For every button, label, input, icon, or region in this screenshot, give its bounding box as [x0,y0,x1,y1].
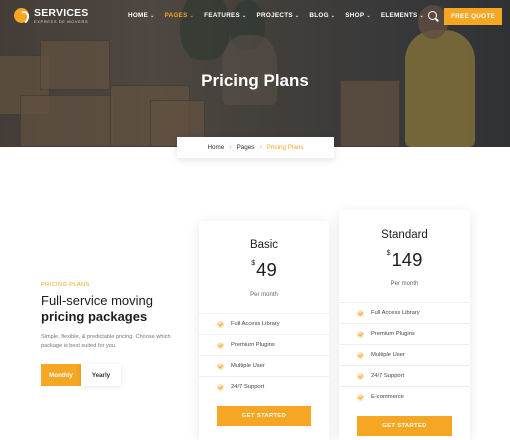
nav-item-blog[interactable]: BLOG ⌄ [309,12,335,19]
plan-period: Per month [250,292,278,298]
breadcrumb: Home › Pages › Pricing Plans [177,137,334,158]
price-amount: 149 [391,249,423,270]
page-title: Pricing Plans [201,71,309,90]
list-item: Premium Plugins [199,334,329,355]
plan-price: $149 [339,249,470,271]
free-quote-button[interactable]: FREE QUOTE [444,8,502,25]
nav-item-elements[interactable]: ELEMENTS ⌄ [381,12,424,19]
feature-label: Full Access Library [371,310,420,316]
feature-label: Full Access Library [231,321,280,327]
list-item: E-commerce [339,386,470,407]
list-item: Premium Plugins [339,323,470,344]
section-description: Simple, flexible, & predictable pricing.… [41,334,171,349]
nav-item-label: SHOP [345,12,365,19]
nav-item-projects[interactable]: PROJECTS ⌄ [257,12,300,19]
chevron-down-icon: ⌄ [150,12,155,19]
section-eyebrow: PRICING PLANS [41,282,90,288]
chevron-down-icon: ⌄ [294,12,300,19]
feature-label: 24/7 Support [371,373,405,379]
section-heading: Full-service moving pricing packages [41,293,153,325]
list-item: Full Access Library [339,302,470,323]
price-amount: 49 [256,259,277,280]
chevron-right-icon: › [259,144,262,151]
feature-label: Multiple User [231,363,265,369]
chevron-down-icon: ⌄ [366,12,371,19]
plan-name: Standard [381,229,428,241]
check-icon [357,393,364,401]
nav-item-features[interactable]: FEATURES ⌄ [204,12,246,19]
heading-line-1: Full-service moving [41,293,153,308]
nav-item-label: ELEMENTS [380,12,418,19]
check-icon [217,320,224,328]
plan-period: Per month [390,281,419,287]
toggle-yearly[interactable]: Yearly [81,364,121,386]
breadcrumb-current: Pricing Plans [266,144,304,151]
nav-item-label: FEATURES [204,12,241,19]
logo[interactable]: SERVICES EXPRESS DE MOVERS [14,8,89,24]
nav-item-home[interactable]: HOME ⌄ [128,12,155,19]
list-item: 24/7 Support [199,376,329,397]
currency-symbol: $ [251,260,256,267]
toggle-monthly[interactable]: Monthly [41,364,81,386]
heading-line-2: pricing packages [41,309,148,324]
check-icon [217,383,224,391]
check-icon [357,351,364,359]
breadcrumb-home[interactable]: Home [207,144,224,151]
list-item: Full Access Library [199,313,329,334]
feature-label: Multiple User [371,352,405,358]
plan-name: Basic [249,239,279,251]
nav-item-label: PAGES [164,12,188,19]
check-icon [217,341,224,349]
logo-subtitle: EXPRESS DE MOVERS [34,18,89,24]
chevron-down-icon: ⌄ [330,12,336,19]
currency-symbol: $ [386,250,391,257]
check-icon [357,309,364,317]
breadcrumb-pages[interactable]: Pages [237,144,255,151]
nav-item-label: HOME [128,12,149,19]
chevron-down-icon: ⌄ [419,12,425,19]
pricing-card-standard: Standard $149 Per month Full Access Libr… [339,210,470,440]
logo-title: SERVICES [34,7,89,19]
nav-item-label: BLOG [309,12,329,19]
get-started-button[interactable]: GET STARTED [217,406,311,426]
pricing-card-basic: Basic $49 Per month Full Access Library … [199,221,329,440]
nav-item-label: PROJECTS [256,12,293,19]
check-icon [357,372,364,380]
logo-icon [14,8,29,24]
nav-item-shop[interactable]: SHOP ⌄ [345,12,371,19]
chevron-down-icon: ⌄ [242,12,247,19]
check-icon [217,362,224,370]
feature-label: E-commerce [371,394,404,400]
list-item: Multiple User [339,344,470,365]
main-nav: HOME ⌄ PAGES ⌄ FEATURES ⌄ PROJECTS ⌄ BLOG ⌄ S… [128,12,434,19]
chevron-right-icon: › [229,144,232,151]
feature-label: Premium Plugins [231,342,275,348]
get-started-button[interactable]: GET STARTED [357,416,452,436]
list-item: Multiple User [199,355,329,376]
list-item: 24/7 Support [339,365,470,386]
feature-label: Premium Plugins [371,331,415,337]
chevron-down-icon: ⌄ [189,12,195,19]
plan-price: $49 [199,259,329,281]
billing-toggle: Monthly Yearly [41,364,121,386]
nav-item-pages[interactable]: PAGES ⌄ [165,12,195,19]
check-icon [357,330,364,338]
feature-label: 24/7 Support [231,384,265,390]
search-icon[interactable] [428,11,437,20]
